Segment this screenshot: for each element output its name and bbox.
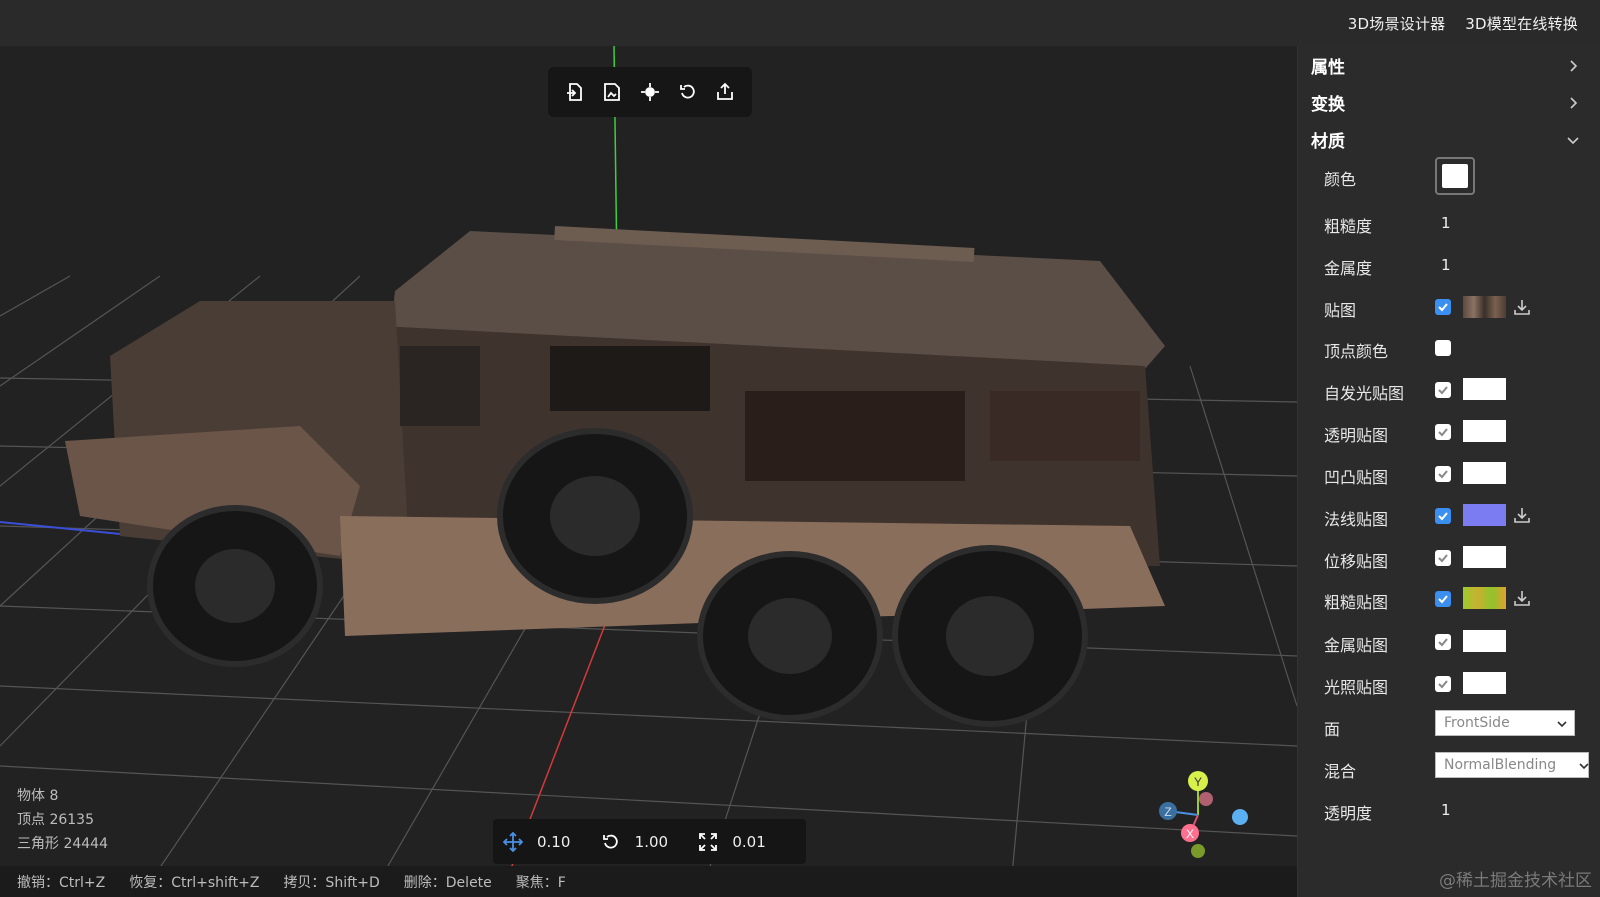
move-icon: [503, 831, 523, 852]
opacity-value[interactable]: 1: [1441, 801, 1451, 819]
section-attributes[interactable]: 属性: [1298, 47, 1600, 84]
svg-text:Y: Y: [1194, 775, 1202, 789]
model-converter-link[interactable]: 3D模型在线转换: [1465, 13, 1578, 34]
top-bar: 3D场景设计器 3D模型在线转换: [0, 0, 1600, 46]
reset-rotate-icon[interactable]: [673, 77, 703, 107]
metalness-value[interactable]: 1: [1441, 256, 1451, 274]
bump-map-thumbnail[interactable]: [1463, 462, 1506, 484]
metalness-map-label: 金属贴图: [1324, 636, 1389, 655]
normal-map-thumbnail[interactable]: [1463, 504, 1506, 526]
gizmo-neg-x[interactable]: [1199, 792, 1213, 806]
metalness-map-checkbox[interactable]: [1435, 634, 1451, 650]
roughness-map-label: 粗糙贴图: [1324, 593, 1389, 612]
section-material-title: 材质: [1311, 132, 1345, 152]
3d-viewport[interactable]: 物体 8 顶点 26135 三角形 24444 0.10 1.00 0.01 Y…: [0, 46, 1297, 897]
roughness-label: 粗糙度: [1324, 217, 1373, 236]
section-material[interactable]: 材质: [1298, 121, 1600, 158]
watermark: @稀土掘金技术社区: [1439, 871, 1592, 891]
download-icon[interactable]: [1513, 506, 1531, 524]
rotate-step-value: 1.00: [634, 832, 669, 851]
scale-step-value: 0.01: [732, 832, 766, 851]
emissive-map-checkbox[interactable]: [1435, 382, 1451, 398]
normal-map-checkbox[interactable]: [1435, 508, 1451, 524]
vertex-color-checkbox[interactable]: [1435, 340, 1451, 356]
image-import-icon[interactable]: [597, 77, 627, 107]
object-count: 物体 8: [17, 788, 59, 804]
roughness-map-thumbnail[interactable]: [1463, 587, 1506, 609]
emissive-map-thumbnail[interactable]: [1463, 378, 1506, 400]
chevron-down-icon: [1557, 721, 1567, 728]
roughness-map-checkbox[interactable]: [1435, 591, 1451, 607]
alpha-map-thumbnail[interactable]: [1463, 420, 1506, 442]
shortcut-redo: 恢复：Ctrl+shift+Z: [129, 874, 260, 891]
map-label: 贴图: [1324, 301, 1357, 320]
side-select[interactable]: FrontSide: [1435, 710, 1575, 736]
chevron-down-icon: [1567, 136, 1579, 144]
transform-step-bar: 0.10 1.00 0.01: [493, 819, 806, 864]
light-map-checkbox[interactable]: [1435, 676, 1451, 692]
shortcut-delete: 删除：Delete: [403, 874, 492, 891]
opacity-label: 透明度: [1324, 804, 1373, 823]
shortcut-copy: 拷贝：Shift+D: [283, 874, 380, 891]
normal-map-label: 法线贴图: [1324, 510, 1389, 529]
scene-designer-link[interactable]: 3D场景设计器: [1348, 13, 1446, 34]
rotate-step[interactable]: 1.00: [601, 832, 699, 852]
emissive-map-label: 自发光贴图: [1324, 384, 1405, 403]
shortcut-focus: 聚焦：F: [515, 874, 566, 891]
alpha-map-label: 透明贴图: [1324, 426, 1389, 445]
blending-label: 混合: [1324, 762, 1357, 781]
displacement-map-thumbnail[interactable]: [1463, 546, 1506, 568]
chevron-right-icon: [1570, 59, 1578, 72]
metalness-map-thumbnail[interactable]: [1463, 630, 1506, 652]
viewport-toolbar: [548, 67, 752, 117]
map-thumbnail[interactable]: [1463, 296, 1506, 318]
rotate-icon: [602, 834, 618, 849]
vertex-count: 顶点 26135: [17, 812, 94, 828]
scale-step[interactable]: 0.01: [698, 832, 796, 852]
gizmo-neg-y[interactable]: [1191, 844, 1205, 858]
light-map-label: 光照贴图: [1324, 678, 1389, 697]
displacement-map-checkbox[interactable]: [1435, 550, 1451, 566]
bump-map-label: 凹凸贴图: [1324, 468, 1389, 487]
axis-gizmo[interactable]: Y Z X: [1158, 759, 1268, 859]
shortcut-undo: 撤销：Ctrl+Z: [17, 874, 106, 891]
download-icon[interactable]: [1513, 298, 1531, 316]
scene-stats: 物体 8 顶点 26135 三角形 24444: [17, 784, 108, 856]
blending-select-value: NormalBlending: [1444, 757, 1557, 773]
vertex-color-label: 顶点颜色: [1324, 342, 1389, 361]
color-swatch[interactable]: [1435, 157, 1475, 195]
section-attributes-title: 属性: [1311, 58, 1345, 78]
triangle-count: 三角形 24444: [17, 836, 108, 852]
top-links: 3D场景设计器 3D模型在线转换: [1348, 0, 1578, 46]
gizmo-neg-z[interactable]: [1232, 809, 1248, 825]
translate-step[interactable]: 0.10: [503, 831, 601, 852]
import-icon[interactable]: [560, 77, 590, 107]
displacement-map-label: 位移贴图: [1324, 552, 1389, 571]
blending-select[interactable]: NormalBlending: [1435, 752, 1589, 778]
focus-center-icon[interactable]: [635, 77, 665, 107]
svg-text:X: X: [1186, 827, 1194, 841]
light-map-thumbnail[interactable]: [1463, 672, 1506, 694]
export-icon[interactable]: [710, 77, 740, 107]
section-transform[interactable]: 变换: [1298, 84, 1600, 121]
bump-map-checkbox[interactable]: [1435, 466, 1451, 482]
alpha-map-checkbox[interactable]: [1435, 424, 1451, 440]
scene-canvas[interactable]: [0, 46, 1297, 897]
download-icon[interactable]: [1513, 589, 1531, 607]
map-checkbox[interactable]: [1435, 299, 1451, 315]
section-transform-title: 变换: [1311, 95, 1345, 115]
shortcut-bar: 撤销：Ctrl+Z 恢复：Ctrl+shift+Z 拷贝：Shift+D 删除：…: [0, 866, 1297, 897]
side-label: 面: [1324, 720, 1341, 739]
properties-panel: 属性 变换 材质 颜色 粗糙度 1 金属度 1 贴图 顶点颜色 自发光贴图 透明…: [1297, 46, 1600, 897]
scale-icon: [699, 832, 718, 851]
chevron-right-icon: [1570, 96, 1578, 109]
roughness-value[interactable]: 1: [1441, 214, 1451, 232]
chevron-down-icon: [1579, 763, 1589, 770]
svg-text:Z: Z: [1164, 805, 1171, 819]
metalness-label: 金属度: [1324, 259, 1373, 278]
translate-step-value: 0.10: [537, 832, 571, 851]
side-select-value: FrontSide: [1444, 715, 1510, 731]
color-label: 颜色: [1324, 170, 1357, 189]
